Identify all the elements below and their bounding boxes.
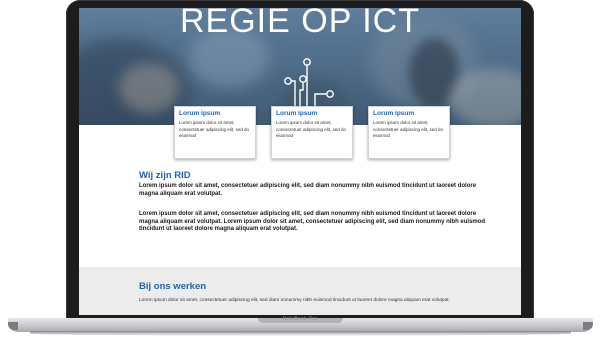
about-paragraph-1: Lorem ipsum dolor sit amet, consectetuer…	[139, 183, 477, 197]
card-title: Lorum ipsum	[373, 110, 415, 117]
work-title: Bij ons werken	[139, 281, 207, 292]
about-title: Wij zijn RID	[139, 170, 191, 181]
laptop-foot-left	[8, 322, 18, 330]
card-title: Lorum ipsum	[179, 110, 221, 117]
work-paragraph: Lorem ipsum dolor sit amet, consectetuer…	[139, 298, 450, 303]
laptop-brand-label: NoteBook Pro	[282, 316, 318, 322]
laptop-foot-right	[583, 322, 593, 330]
feature-card[interactable]: Lorum ipsum Lorem ipsum dolor sit amet, …	[368, 106, 450, 159]
hero-photo-shape	[119, 63, 179, 113]
card-text: Lorem ipsum dolor sit amet, consectetuer…	[276, 120, 347, 138]
card-text: Lorem ipsum dolor sit amet, consectetuer…	[179, 120, 250, 138]
feature-card[interactable]: Lorum ipsum Lorem ipsum dolor sit amet, …	[174, 106, 256, 159]
laptop-shadow	[30, 331, 571, 336]
about-paragraph-2: Lorem ipsum dolor sit amet, consectetuer…	[139, 211, 486, 233]
card-title: Lorum ipsum	[276, 110, 318, 117]
hero-title: REGIE OP ICT	[180, 8, 420, 40]
feature-card[interactable]: Lorum ipsum Lorem ipsum dolor sit amet, …	[271, 106, 353, 159]
laptop-screen: REGIE OP ICT Lorum ipsum Lorem ipsum dol…	[79, 8, 521, 315]
circuit-icon	[284, 58, 334, 114]
card-text: Lorem ipsum dolor sit amet, consectetuer…	[373, 120, 444, 138]
